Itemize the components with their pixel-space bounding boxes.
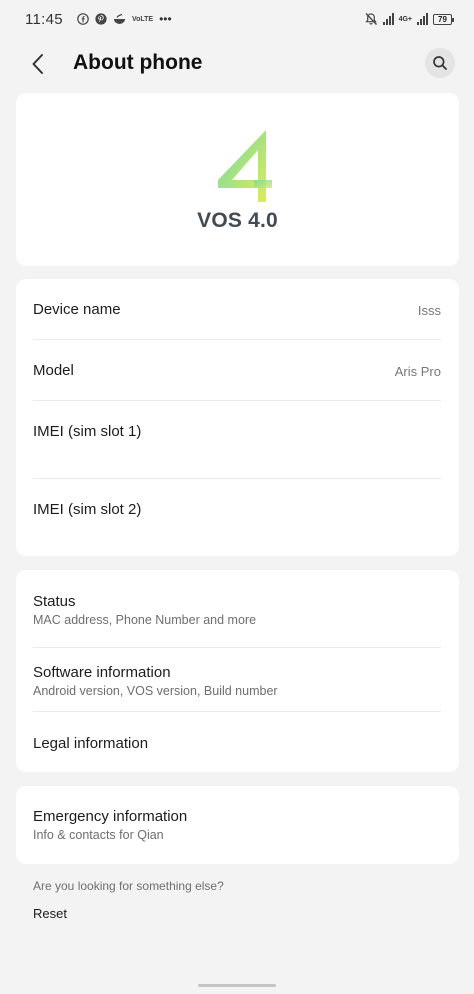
pinterest-icon <box>95 13 107 25</box>
signal-icon-2 <box>417 13 428 25</box>
model-value: Aris Pro <box>394 364 441 379</box>
looking-for-something-else-text: Are you looking for something else? <box>33 879 224 893</box>
imei-2-row: IMEI (sim slot 2) <box>33 501 441 518</box>
network-type-icon: 4G+ <box>398 15 412 23</box>
legal-info-row[interactable]: Legal information <box>33 735 441 752</box>
status-subtitle: MAC address, Phone Number and more <box>33 613 257 627</box>
divider <box>33 647 441 648</box>
status-time: 11:45 <box>25 10 63 28</box>
divider <box>33 400 441 401</box>
device-info-card: Device name Isss Model Aris Pro IMEI (si… <box>16 279 459 556</box>
divider <box>33 478 441 479</box>
facebook-icon <box>77 13 89 25</box>
chevron-left-icon <box>32 54 43 74</box>
imei-1-row: IMEI (sim slot 1) <box>33 423 441 440</box>
vos-4-logo-icon <box>218 130 272 202</box>
battery-icon: 79 <box>433 13 454 25</box>
status-row[interactable]: Status MAC address, Phone Number and mor… <box>33 593 441 627</box>
software-info-row[interactable]: Software information Android version, VO… <box>33 664 441 698</box>
model-row: Model Aris Pro <box>33 362 441 379</box>
bell-off-icon <box>364 12 378 26</box>
emergency-info-subtitle: Info & contacts for Qian <box>33 828 164 842</box>
system-info-card: Status MAC address, Phone Number and mor… <box>16 570 459 772</box>
imei-1-label: IMEI (sim slot 1) <box>33 423 142 440</box>
status-title: Status <box>33 593 76 610</box>
emergency-info-row[interactable]: Emergency information Info & contacts fo… <box>33 808 441 842</box>
os-version-text: VOS 4.0 <box>197 209 278 232</box>
status-bar: 11:45 VoLTE ••• 4G+ 79 <box>8 0 466 38</box>
model-label: Model <box>33 362 74 379</box>
more-notifications-icon: ••• <box>159 12 172 26</box>
software-info-title: Software information <box>33 664 171 681</box>
signal-icon <box>382 13 394 25</box>
imei-2-label: IMEI (sim slot 2) <box>33 501 142 518</box>
device-name-label: Device name <box>33 301 121 318</box>
status-right: 4G+ 79 <box>364 12 454 26</box>
status-left: 11:45 VoLTE ••• <box>25 11 172 28</box>
emergency-info-card: Emergency information Info & contacts fo… <box>16 786 459 864</box>
volte-icon: VoLTE <box>131 15 154 23</box>
bowl-icon <box>113 13 126 25</box>
page-title: About phone <box>73 51 203 74</box>
divider <box>33 339 441 340</box>
back-button[interactable] <box>22 48 54 80</box>
software-info-subtitle: Android version, VOS version, Build numb… <box>33 684 278 698</box>
device-name-value: Isss <box>417 303 441 318</box>
screen: 11:45 VoLTE ••• 4G+ 79 About phone VOS 4… <box>8 0 466 994</box>
search-icon <box>433 56 447 70</box>
search-button[interactable] <box>425 48 455 78</box>
divider <box>33 711 441 712</box>
home-indicator[interactable] <box>198 984 276 987</box>
device-name-row[interactable]: Device name Isss <box>33 301 441 318</box>
header: About phone <box>8 40 466 86</box>
legal-info-title: Legal information <box>33 735 149 752</box>
os-logo-card: VOS 4.0 <box>16 93 459 266</box>
reset-link[interactable]: Reset <box>33 906 67 921</box>
emergency-info-title: Emergency information <box>33 808 188 825</box>
